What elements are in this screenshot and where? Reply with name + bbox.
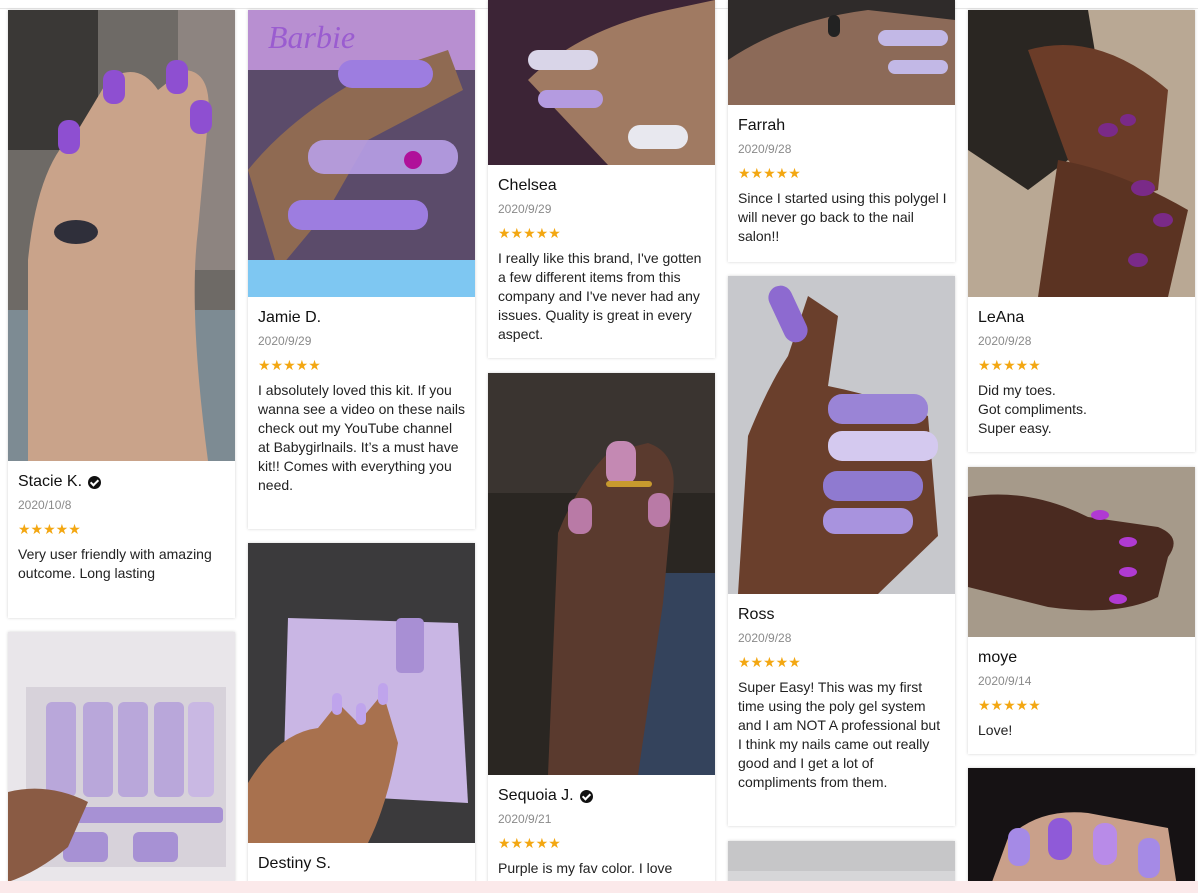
review-text: I absolutely loved this kit. If you wann… [258,382,466,493]
review-date: 2020/9/28 [738,631,792,645]
review-photo[interactable] [968,768,1195,893]
review-text: Super Easy! This was my first time using… [738,679,941,790]
review-meta: Ross 2020/9/28 ★★★★★ Super Easy! This wa… [738,605,947,792]
star-rating: ★★★★★ [738,165,801,181]
star-rating: ★★★★★ [978,357,1041,373]
review-date: 2020/9/28 [978,334,1032,348]
review-text: Love! [978,722,1013,738]
review-meta: Stacie K. 2020/10/8 ★★★★★ Very user frie… [18,472,227,583]
reviewer-name: Jamie D. [258,309,322,326]
review-date: 2020/9/29 [498,202,552,216]
reviewer-name: Destiny S. [258,855,331,872]
star-rating: ★★★★★ [258,357,321,373]
review-text: Very user friendly with amazing outcome.… [18,546,212,581]
review-card[interactable]: Destiny S. [248,543,475,888]
review-meta: Jamie D. 2020/9/29 ★★★★★ I absolutely lo… [258,308,467,495]
review-text: Purple is my fav color. I love [498,860,673,876]
review-photo[interactable] [728,276,955,594]
reviewer-name: Stacie K. [18,472,227,492]
review-card[interactable]: Barbie Jamie D. 2020/9/29 ★★★★★ I absolu… [248,10,475,529]
svg-text:Barbie: Barbie [268,19,355,55]
review-photo[interactable] [968,467,1195,637]
verified-check-icon [88,475,102,489]
review-text: I really like this brand, I've gotten a … [498,250,702,342]
star-rating: ★★★★★ [18,521,81,537]
review-photo[interactable]: Barbie [248,10,475,297]
review-photo[interactable] [8,632,235,882]
verified-check-icon [579,789,593,803]
page-bottom-band [0,881,1198,893]
review-photo[interactable] [248,543,475,843]
reviewer-name: Chelsea [498,177,557,194]
review-photo[interactable] [728,0,955,105]
review-card[interactable] [8,632,235,882]
review-meta: Farrah 2020/9/28 ★★★★★ Since I started u… [738,116,947,246]
review-meta: moye 2020/9/14 ★★★★★ Love! [978,648,1187,740]
review-card[interactable]: Stacie K. 2020/10/8 ★★★★★ Very user frie… [8,10,235,618]
star-rating: ★★★★★ [978,697,1041,713]
review-date: 2020/9/28 [738,142,792,156]
review-card[interactable] [968,768,1195,893]
review-text: Did my toes. Got compliments. Super easy… [978,382,1087,436]
review-date: 2020/9/21 [498,812,552,826]
review-meta: Sequoia J. 2020/9/21 ★★★★★ Purple is my … [498,786,707,878]
review-card[interactable]: Farrah 2020/9/28 ★★★★★ Since I started u… [728,0,955,262]
star-rating: ★★★★★ [738,654,801,670]
review-card[interactable]: LeAna 2020/9/28 ★★★★★ Did my toes. Got c… [968,10,1195,452]
star-rating: ★★★★★ [498,835,561,851]
review-card[interactable]: Ross 2020/9/28 ★★★★★ Super Easy! This wa… [728,276,955,826]
review-meta: Chelsea 2020/9/29 ★★★★★ I really like th… [498,176,707,344]
review-meta: Destiny S. [258,854,467,874]
review-meta: LeAna 2020/9/28 ★★★★★ Did my toes. Got c… [978,308,1187,438]
review-card[interactable]: moye 2020/9/14 ★★★★★ Love! [968,467,1195,754]
reviewer-name: Ross [738,606,775,623]
reviewer-name: Sequoia J. [498,786,707,806]
review-date: 2020/9/29 [258,334,312,348]
review-photo[interactable] [488,373,715,775]
review-date: 2020/10/8 [18,498,72,512]
review-card[interactable]: Sequoia J. 2020/9/21 ★★★★★ Purple is my … [488,373,715,893]
review-text: Since I started using this polygel I wil… [738,190,947,244]
reviewer-name: moye [978,649,1018,666]
review-photo[interactable] [968,10,1195,297]
review-card[interactable]: Chelsea 2020/9/29 ★★★★★ I really like th… [488,0,715,358]
review-photo[interactable] [8,10,235,461]
reviewer-name: LeAna [978,309,1025,326]
reviewer-name: Farrah [738,117,786,134]
review-photo[interactable] [488,0,715,165]
review-date: 2020/9/14 [978,674,1032,688]
star-rating: ★★★★★ [498,225,561,241]
